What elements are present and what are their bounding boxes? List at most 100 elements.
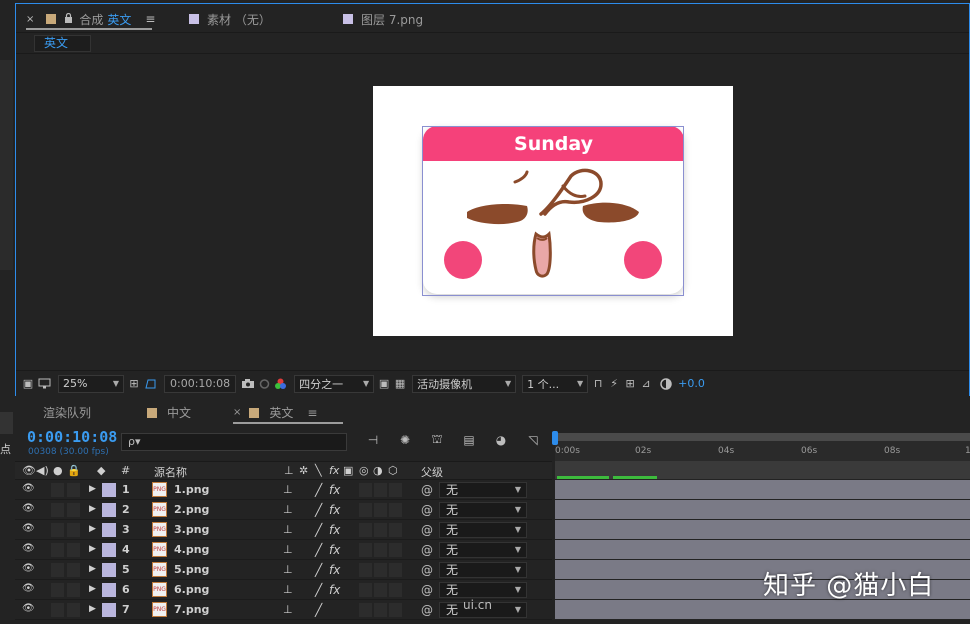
adjustment-switch[interactable]: [374, 523, 387, 537]
table-row[interactable]: 👁 ▶ 6 PNG 6.png ⊥ ╱ fx @ 无 ▼: [15, 580, 552, 600]
motion-blur-icon[interactable]: ◕: [491, 433, 511, 447]
region-of-interest-icon[interactable]: ▣: [376, 377, 392, 391]
solo-toggle[interactable]: [67, 543, 80, 557]
adjustment-switch[interactable]: [374, 503, 387, 517]
camera-snapshot-icon[interactable]: [240, 377, 256, 391]
timeline-current-time[interactable]: 0:00:10:08: [27, 428, 117, 446]
audio-toggle[interactable]: [51, 543, 64, 557]
pick-whip-icon[interactable]: @: [421, 503, 433, 517]
audio-toggle[interactable]: [51, 563, 64, 577]
pick-whip-icon[interactable]: @: [421, 483, 433, 497]
layer-duration-bar[interactable]: [555, 540, 970, 560]
3d-layer-switch[interactable]: [389, 563, 402, 577]
label-color-swatch[interactable]: [102, 503, 116, 517]
shy-switch-icon[interactable]: ⊥: [283, 523, 293, 536]
shy-switch-icon[interactable]: ⊥: [283, 483, 293, 496]
3d-layer-switch[interactable]: [389, 583, 402, 597]
motion-blur-switch[interactable]: [359, 523, 372, 537]
effect-switch-icon[interactable]: fx: [329, 583, 340, 597]
work-area-bar[interactable]: [555, 461, 970, 479]
effect-switch-icon[interactable]: fx: [329, 543, 340, 557]
shy-layers-icon[interactable]: ⛫: [427, 432, 447, 447]
adjustment-switch[interactable]: [374, 543, 387, 557]
3d-layer-switch[interactable]: [389, 603, 402, 617]
tab-timeline-zh[interactable]: 中文: [147, 404, 191, 421]
tab-footage[interactable]: 素材 （无）: [189, 9, 271, 29]
composition-canvas[interactable]: Sunday: [373, 86, 733, 336]
layer-duration-bar[interactable]: [555, 520, 970, 540]
transparency-grid-icon[interactable]: ▦: [392, 377, 408, 391]
adjustment-switch[interactable]: [374, 583, 387, 597]
breadcrumb-item-composition[interactable]: 英文: [34, 35, 91, 52]
expand-arrow-icon[interactable]: ▶: [89, 524, 96, 534]
visibility-eye-icon[interactable]: 👁: [22, 503, 35, 514]
layer-source-name[interactable]: 4.png: [174, 543, 209, 556]
visibility-eye-icon[interactable]: 👁: [22, 483, 35, 494]
shy-switch-header-icon[interactable]: ⊥: [284, 464, 294, 477]
color-channels-icon[interactable]: [272, 377, 288, 391]
label-color-swatch[interactable]: [102, 583, 116, 597]
source-name-header[interactable]: 源名称: [154, 464, 187, 480]
motion-blur-switch[interactable]: [359, 543, 372, 557]
audio-toggle[interactable]: [51, 483, 64, 497]
quality-switch-icon[interactable]: ╱: [315, 503, 322, 517]
audio-toggle[interactable]: [51, 503, 64, 517]
draft-3d-icon[interactable]: ✺: [395, 433, 415, 447]
label-color-swatch[interactable]: [102, 603, 116, 617]
pick-whip-icon[interactable]: @: [421, 543, 433, 557]
audio-toggle[interactable]: [51, 603, 64, 617]
fit-grid-icon[interactable]: ⊞: [126, 377, 142, 391]
solo-toggle[interactable]: [67, 603, 80, 617]
current-time-field[interactable]: 0:00:10:08: [164, 374, 237, 393]
lock-header-icon[interactable]: 🔒: [67, 464, 81, 477]
shy-switch-icon[interactable]: ⊥: [283, 503, 293, 516]
solo-toggle[interactable]: [67, 523, 80, 537]
motion-blur-switch[interactable]: [359, 483, 372, 497]
lock-icon[interactable]: [64, 12, 73, 26]
layer-source-name[interactable]: 6.png: [174, 583, 209, 596]
layer-source-name[interactable]: 5.png: [174, 563, 209, 576]
frame-blend-header-icon[interactable]: ▣: [343, 464, 353, 477]
pick-whip-icon[interactable]: @: [421, 603, 433, 617]
monitor-icon[interactable]: [36, 377, 52, 391]
layer-duration-bar[interactable]: [555, 480, 970, 500]
view-layout-select[interactable]: 1 个... ▼: [522, 374, 589, 393]
adjustment-switch[interactable]: [374, 563, 387, 577]
video-switch-header-icon[interactable]: 👁: [22, 464, 36, 477]
effect-switch-icon[interactable]: fx: [329, 563, 340, 577]
pick-whip-icon[interactable]: @: [421, 563, 433, 577]
quality-switch-icon[interactable]: ╱: [315, 543, 322, 557]
quality-switch-icon[interactable]: ╱: [315, 603, 322, 617]
parent-select[interactable]: 无 ▼: [439, 582, 527, 598]
quality-switch-header-icon[interactable]: ╲: [315, 464, 322, 477]
expand-arrow-icon[interactable]: ▶: [89, 484, 96, 494]
adjustment-switch[interactable]: [374, 483, 387, 497]
3d-layer-switch[interactable]: [389, 523, 402, 537]
panel-menu-icon[interactable]: ≡: [145, 12, 155, 26]
solo-toggle[interactable]: [67, 503, 80, 517]
solo-toggle[interactable]: [67, 563, 80, 577]
camera-select[interactable]: 活动摄像机 ▼: [412, 374, 517, 393]
tab-layer[interactable]: 图层 7.png: [343, 9, 423, 29]
close-icon[interactable]: ×: [26, 14, 34, 25]
layer-source-name[interactable]: 2.png: [174, 503, 209, 516]
time-navigator-bar[interactable]: [555, 433, 970, 441]
playhead-handle[interactable]: [552, 431, 558, 445]
adjustment-header-icon[interactable]: ◑: [373, 464, 383, 477]
motion-blur-switch[interactable]: [359, 503, 372, 517]
3d-layer-switch[interactable]: [389, 543, 402, 557]
tab-composition[interactable]: × 合成 英文 ≡: [26, 9, 155, 29]
solo-toggle[interactable]: [67, 583, 80, 597]
visibility-eye-icon[interactable]: 👁: [22, 603, 35, 614]
motion-blur-header-icon[interactable]: ◎: [359, 464, 369, 477]
label-tag-icon[interactable]: ◆: [97, 464, 105, 477]
layer-duration-bar[interactable]: [555, 600, 970, 620]
motion-blur-switch[interactable]: [359, 583, 372, 597]
table-row[interactable]: 👁 ▶ 3 PNG 3.png ⊥ ╱ fx @ 无 ▼: [15, 520, 552, 540]
pick-whip-icon[interactable]: @: [421, 583, 433, 597]
quality-switch-icon[interactable]: ╱: [315, 563, 322, 577]
parent-select[interactable]: 无 ▼: [439, 502, 527, 518]
label-color-swatch[interactable]: [102, 523, 116, 537]
quality-switch-icon[interactable]: ╱: [315, 483, 322, 497]
parent-select[interactable]: 无 ▼: [439, 522, 527, 538]
